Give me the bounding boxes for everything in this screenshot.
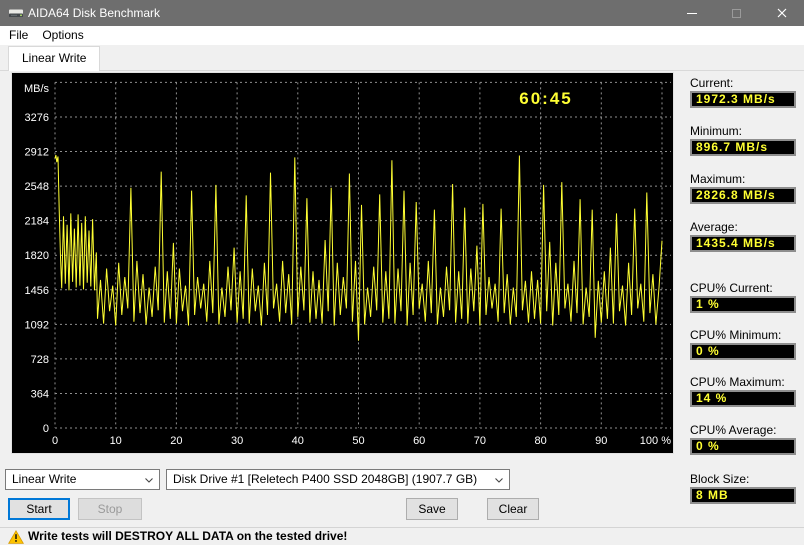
test-type-select[interactable]: Linear Write: [5, 469, 160, 490]
svg-text:MB/s: MB/s: [24, 83, 50, 95]
stat-label-cpu-maximum: CPU% Maximum:: [690, 375, 785, 389]
svg-text:40: 40: [292, 435, 304, 447]
stat-value-cpu-current: 1 %: [690, 296, 796, 313]
stat-label-current: Current:: [690, 76, 734, 90]
chevron-down-icon: [495, 478, 503, 483]
maximize-icon: [732, 8, 741, 18]
save-button[interactable]: Save: [406, 498, 458, 520]
svg-text:1092: 1092: [25, 319, 49, 331]
titlebar: AIDA64 Disk Benchmark: [0, 0, 804, 26]
svg-text:3276: 3276: [25, 112, 49, 124]
stat-label-cpu-average: CPU% Average:: [690, 423, 777, 437]
svg-text:2548: 2548: [25, 181, 49, 193]
window-title: AIDA64 Disk Benchmark: [28, 6, 161, 20]
chart-canvas: 3276 2912 2548 2184 1820 1456 1092 728 364 0 MB/s 0…: [24, 81, 671, 447]
svg-text:364: 364: [31, 388, 49, 400]
svg-text:1456: 1456: [25, 285, 49, 297]
stat-label-maximum: Maximum:: [690, 172, 746, 186]
svg-text:70: 70: [474, 435, 486, 447]
stat-value-maximum: 2826.8 MB/s: [690, 187, 796, 204]
stat-label-cpu-minimum: CPU% Minimum:: [690, 328, 782, 342]
svg-text:0: 0: [43, 423, 49, 435]
svg-text:80: 80: [534, 435, 546, 447]
menu-file[interactable]: File: [2, 26, 35, 45]
tab-linear-write[interactable]: Linear Write: [8, 46, 101, 71]
minimize-button[interactable]: [669, 0, 714, 26]
menu-options[interactable]: Options: [35, 26, 90, 45]
start-button[interactable]: Start: [8, 498, 70, 520]
stop-button: Stop: [78, 498, 142, 520]
stat-label-minimum: Minimum:: [690, 124, 743, 138]
svg-text:10: 10: [110, 435, 122, 447]
svg-text:728: 728: [31, 354, 49, 366]
disk-drive-icon: [8, 6, 24, 25]
warning-icon: [8, 530, 24, 545]
svg-text:50: 50: [352, 435, 364, 447]
stat-value-cpu-average: 0 %: [690, 438, 796, 455]
stat-value-cpu-maximum: 14 %: [690, 390, 796, 407]
stat-value-average: 1435.4 MB/s: [690, 235, 796, 252]
stat-label-cpu-current: CPU% Current:: [690, 281, 773, 295]
svg-text:1820: 1820: [25, 250, 49, 262]
app-window: AIDA64 Disk Benchmark File Options Linea…: [0, 0, 804, 545]
benchmark-chart: 3276 2912 2548 2184 1820 1456 1092 728 364 0 MB/s 0…: [12, 73, 673, 453]
stat-label-average: Average:: [690, 220, 738, 234]
minimize-icon: [686, 12, 697, 14]
stat-value-current: 1972.3 MB/s: [690, 91, 796, 108]
svg-text:100 %: 100 %: [640, 435, 671, 447]
stat-value-cpu-minimum: 0 %: [690, 343, 796, 360]
test-type-value: Linear Write: [12, 472, 77, 486]
content-area: 3276 2912 2548 2184 1820 1456 1092 728 364 0 MB/s 0…: [0, 71, 804, 527]
svg-text:2912: 2912: [25, 147, 49, 159]
svg-text:90: 90: [595, 435, 607, 447]
drive-select[interactable]: Disk Drive #1 [Reletech P400 SSD 2048GB]…: [166, 469, 510, 490]
close-button[interactable]: [759, 0, 804, 26]
close-icon: [777, 8, 786, 18]
clear-button[interactable]: Clear: [487, 498, 539, 520]
svg-text:60: 60: [413, 435, 425, 447]
stat-label-block-size: Block Size:: [690, 472, 750, 486]
stat-value-minimum: 896.7 MB/s: [690, 139, 796, 156]
drive-select-value: Disk Drive #1 [Reletech P400 SSD 2048GB]…: [173, 472, 478, 486]
svg-text:0: 0: [52, 435, 58, 447]
menubar: File Options: [0, 26, 804, 45]
svg-text:60:45: 60:45: [519, 89, 572, 108]
status-warning-text: Write tests will DESTROY ALL DATA on the…: [28, 529, 348, 543]
svg-text:30: 30: [231, 435, 243, 447]
statusbar: Write tests will DESTROY ALL DATA on the…: [0, 527, 804, 545]
stat-value-block-size: 8 MB: [690, 487, 796, 504]
chevron-down-icon: [145, 478, 153, 483]
svg-text:20: 20: [170, 435, 182, 447]
maximize-button: [714, 0, 759, 26]
svg-text:2184: 2184: [25, 216, 49, 228]
tab-strip: Linear Write: [0, 45, 804, 71]
